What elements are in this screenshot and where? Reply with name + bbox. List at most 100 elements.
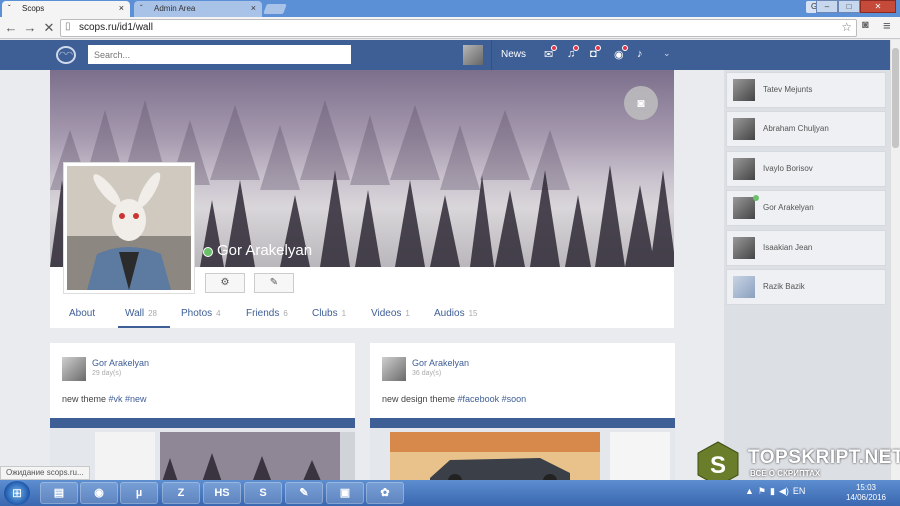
wall-post: Gor Arakelyan 29 day(s) new theme #vk #n… [50, 343, 355, 483]
page-icon: ˇ [140, 4, 143, 13]
browser-status-bar: Ожидание scops.ru... [0, 466, 90, 480]
stop-icon[interactable]: ✕ [41, 19, 57, 37]
minimize-button[interactable]: – [816, 0, 838, 13]
language-indicator[interactable]: EN [793, 486, 806, 497]
owl-logo-icon[interactable]: ◠◠ [56, 46, 76, 64]
post-author[interactable]: Gor Arakelyan [92, 358, 149, 368]
post-author[interactable]: Gor Arakelyan [412, 358, 469, 368]
address-bar: ← → ✕ ▯ scops.ru/id1/wall ☆ ◙ ≡ [0, 17, 900, 39]
avatar[interactable] [62, 357, 86, 381]
post-screenshot-image[interactable] [50, 418, 355, 483]
tab-friends[interactable]: Friends 6 [246, 308, 288, 319]
online-status-dot [753, 195, 759, 201]
avatar [733, 237, 755, 259]
tab-label: Scops [22, 4, 45, 13]
camera-icon[interactable]: ◙ [624, 86, 658, 120]
post-hashtags[interactable]: #vk #new [109, 394, 147, 404]
tab-label: Admin Area [154, 4, 196, 13]
notepad-icon[interactable]: ✎ [285, 482, 323, 504]
post-screenshot-image[interactable] [370, 418, 675, 483]
friend-item[interactable]: Isaakian Jean [726, 230, 886, 266]
close-icon[interactable]: × [251, 3, 256, 13]
watermark-title: TOPSKRIPT.NET [748, 447, 900, 468]
start-button[interactable]: ⊞ [4, 481, 30, 505]
tab-scops[interactable]: ˇ Scops × [2, 1, 130, 17]
watermark-subtitle: ВСЕ О СКРИПТАХ [750, 469, 821, 478]
tab-wall[interactable]: Wall 28 [125, 308, 157, 319]
star-icon[interactable]: ☆ [841, 20, 852, 34]
eye-icon[interactable]: ◉ [614, 45, 628, 61]
chevron-down-icon[interactable]: ⌄ [663, 48, 671, 59]
tab-audios[interactable]: Audios 15 [434, 308, 477, 319]
gear-icon: ⚙ [220, 277, 230, 288]
avatar-photo [67, 166, 191, 290]
tab-admin-area[interactable]: ˇ Admin Area × [134, 1, 262, 17]
tray-arrow-icon[interactable]: ▲ [745, 486, 754, 497]
tab-count: 15 [468, 309, 478, 318]
friend-item[interactable]: Gor Arakelyan [726, 190, 886, 226]
tab-videos[interactable]: Videos 1 [371, 308, 410, 319]
url-input[interactable]: ▯ scops.ru/id1/wall ☆ [60, 19, 857, 37]
utorrent-icon[interactable]: µ [120, 482, 158, 504]
system-tray: ▲ ⚑ ▮ ◀) EN [745, 486, 805, 497]
folder-icon[interactable]: ▤ [40, 482, 78, 504]
friend-item[interactable]: Tatev Mejunts [726, 72, 886, 108]
close-window-button[interactable]: ✕ [860, 0, 896, 13]
search-input[interactable] [88, 45, 351, 64]
tab-label: Friends [246, 308, 280, 319]
friend-item[interactable]: Razik Bazik [726, 269, 886, 305]
friend-name: Abraham Chuljyan [763, 124, 829, 133]
settings-button[interactable]: ⚙ [205, 273, 245, 293]
chrome-icon[interactable]: ◉ [80, 482, 118, 504]
profile-card: ◙ Gor Arakelyan ⚙ ✎ About Wall 28 Photos 4… [50, 70, 674, 328]
skype-icon[interactable]: S [244, 482, 282, 504]
edit-button[interactable]: ✎ [254, 273, 294, 293]
tab-photos[interactable]: Photos 4 [181, 308, 221, 319]
profile-avatar[interactable] [63, 162, 195, 294]
friends-sidebar: Tatev Mejunts Abraham Chuljyan Ivaylo Bo… [724, 70, 890, 480]
friend-item[interactable]: Ivaylo Borisov [726, 151, 886, 187]
friend-name: Razik Bazik [763, 282, 805, 291]
tab-about[interactable]: About [69, 308, 95, 319]
monitor-icon[interactable]: ▣ [326, 482, 364, 504]
clock[interactable]: 15:03 14/06/2016 [838, 483, 894, 503]
camera-icon[interactable]: ◙ [862, 19, 869, 31]
avatar [733, 79, 755, 101]
back-icon[interactable]: ← [3, 19, 19, 37]
svg-text:S: S [710, 452, 726, 479]
forward-icon[interactable]: → [22, 19, 38, 37]
post-body: new theme [62, 394, 109, 404]
tab-count: 1 [341, 309, 347, 318]
pencil-icon: ✎ [269, 277, 279, 288]
page-icon: ▯ [65, 21, 71, 32]
music-icon[interactable]: ♪ [637, 48, 643, 60]
scrollbar-thumb[interactable] [892, 48, 899, 148]
post-body: new design theme [382, 394, 458, 404]
filezilla-icon[interactable]: Z [162, 482, 200, 504]
hs-icon[interactable]: HS [203, 482, 241, 504]
avatar[interactable] [382, 357, 406, 381]
chat-icon[interactable]: ◘ [590, 45, 601, 60]
close-icon[interactable]: × [119, 3, 124, 13]
menu-icon[interactable]: ≡ [883, 18, 891, 33]
avatar [733, 276, 755, 298]
post-hashtags[interactable]: #facebook #soon [458, 394, 527, 404]
tab-clubs[interactable]: Clubs 1 [312, 308, 346, 319]
new-tab-button[interactable] [263, 4, 287, 14]
maximize-button[interactable]: □ [838, 0, 860, 13]
volume-icon[interactable]: ◀) [779, 486, 789, 497]
flag-icon[interactable]: ⚑ [758, 486, 766, 497]
page-scrollbar[interactable] [890, 40, 900, 480]
browser-tab-bar: ˇ Scops × ˇ Admin Area × Gor – □ ✕ [0, 0, 900, 17]
friend-item[interactable]: Abraham Chuljyan [726, 111, 886, 147]
network-icon[interactable]: ▮ [770, 486, 775, 497]
tab-count: 28 [148, 309, 157, 318]
paint-icon[interactable]: ✿ [366, 482, 404, 504]
post-text: new theme #vk #new [62, 394, 147, 404]
avatar[interactable] [463, 45, 483, 65]
mail-icon[interactable]: ✉ [544, 45, 558, 61]
bell-icon[interactable]: ♫ [567, 45, 580, 60]
page-icon: ˇ [8, 4, 11, 13]
news-link[interactable]: News [501, 49, 526, 60]
url-text: scops.ru/id1/wall [79, 22, 153, 33]
